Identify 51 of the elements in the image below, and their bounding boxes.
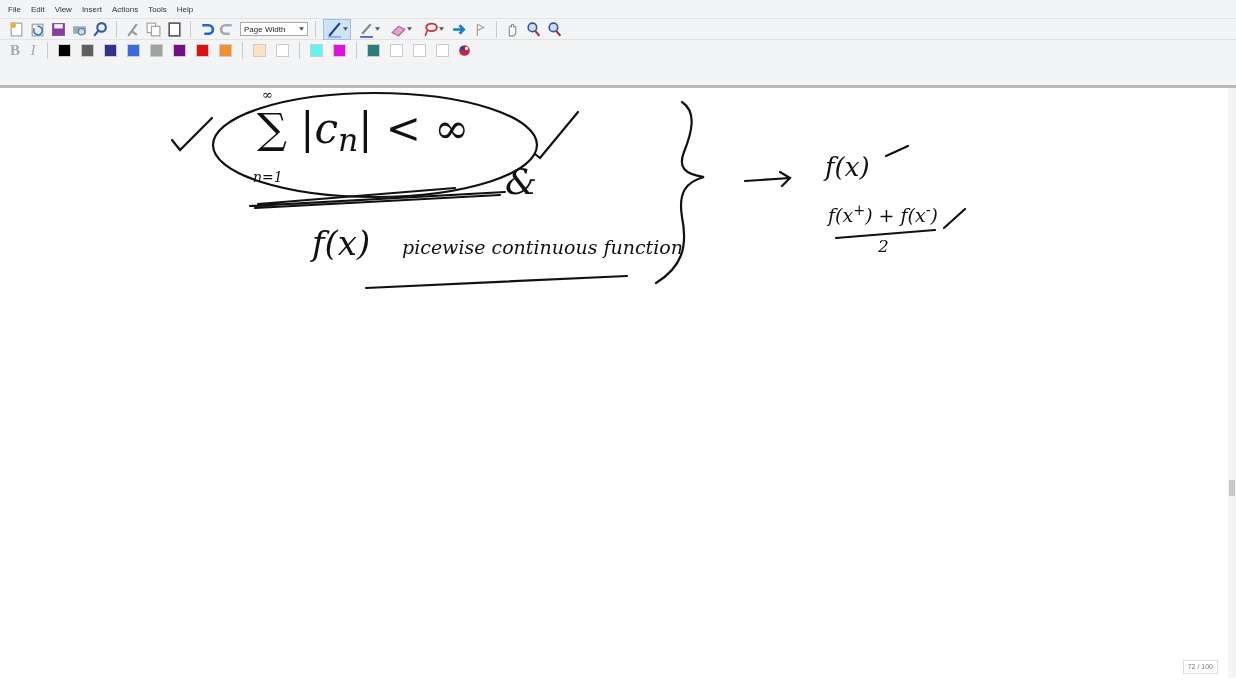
- handwritten-text: f(x$^{+}$) + f(x$^{-}$): [828, 206, 938, 225]
- paste-icon[interactable]: [166, 20, 183, 38]
- check-mark: [533, 110, 580, 160]
- scroll-thumb[interactable]: [1229, 480, 1235, 496]
- handwritten-text: picewise continuous function: [402, 238, 683, 257]
- menu-item[interactable]: Insert: [81, 4, 102, 18]
- zoom-dropdown[interactable]: Page Width: [240, 22, 308, 36]
- color-swatch[interactable]: [173, 43, 186, 57]
- color-swatch[interactable]: [127, 43, 140, 57]
- color-swatch[interactable]: [150, 43, 163, 57]
- zoom-in-icon[interactable]: [525, 20, 542, 38]
- color-swatch[interactable]: [253, 43, 266, 57]
- handwritten-text: f(x): [312, 226, 371, 260]
- menu-item[interactable]: View: [54, 4, 72, 18]
- scrollbar[interactable]: [1228, 88, 1236, 678]
- save-icon[interactable]: [50, 20, 67, 38]
- color-swatch[interactable]: [276, 43, 289, 57]
- menu-item[interactable]: Help: [176, 4, 194, 18]
- color-swatch[interactable]: [367, 43, 380, 57]
- handwritten-text: f(x): [825, 154, 870, 180]
- zoom-out-icon[interactable]: [546, 20, 563, 38]
- handwritten-text: 2: [878, 238, 889, 255]
- menu-item[interactable]: Actions: [111, 4, 139, 18]
- menu-item[interactable]: Edit: [30, 4, 45, 18]
- caret-icon[interactable]: [439, 27, 444, 31]
- menu-item[interactable]: Tools: [148, 4, 167, 18]
- color-swatch[interactable]: [196, 43, 209, 57]
- caret-icon: [299, 24, 304, 34]
- tick-stroke: [884, 144, 910, 158]
- search-icon[interactable]: [92, 20, 109, 38]
- menu-item[interactable]: File: [8, 4, 21, 18]
- color-swatch[interactable]: [219, 43, 232, 57]
- color-swatch[interactable]: [413, 43, 426, 57]
- right-arrow: [743, 170, 792, 188]
- pen-tool[interactable]: [323, 18, 351, 40]
- color-swatch[interactable]: [104, 43, 117, 57]
- caret-icon[interactable]: [343, 27, 348, 31]
- color-swatch[interactable]: [333, 43, 346, 57]
- color-swatch[interactable]: [81, 43, 94, 57]
- tick-stroke: [942, 207, 967, 230]
- handwritten-text: ∞: [262, 88, 273, 101]
- color-swatch[interactable]: [310, 43, 323, 57]
- caret-icon[interactable]: [375, 27, 380, 31]
- color-swatch[interactable]: [436, 43, 449, 57]
- handwritten-text: &: [505, 164, 538, 200]
- color-swatch[interactable]: [390, 43, 403, 57]
- check-mark: [170, 116, 214, 152]
- lasso-icon[interactable]: [422, 20, 439, 38]
- pen-icon[interactable]: [326, 20, 343, 38]
- caret-icon[interactable]: [407, 27, 412, 31]
- color-swatch[interactable]: [58, 43, 71, 57]
